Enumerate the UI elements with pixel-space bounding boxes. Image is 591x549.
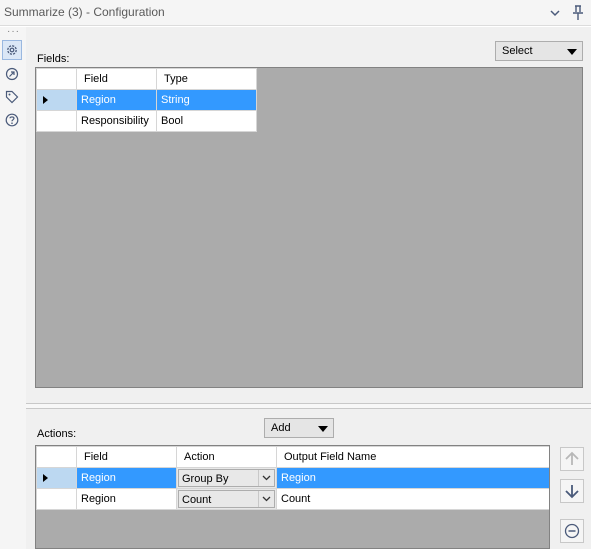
fields-col-field[interactable]: Field [76,68,157,90]
annotation-icon [5,67,19,81]
fields-grid[interactable]: Field Type Region String Responsibility … [35,67,583,388]
arrow-down-icon [565,485,579,499]
arrow-up-icon [565,451,579,465]
table-row[interactable]: Region Group By Region [36,467,549,489]
combo-dropdown-button[interactable] [258,491,274,507]
fields-header-row: Field Type [36,68,257,90]
type-cell[interactable]: String [156,89,257,111]
current-row-icon [43,96,48,104]
move-down-button[interactable] [560,479,584,503]
add-dropdown[interactable]: Add [264,418,334,438]
table-row[interactable]: Region Count Count [36,488,549,510]
help-button[interactable] [2,110,22,130]
select-dropdown-label: Select [502,45,533,57]
actions-label: Actions: [37,428,77,440]
row-header[interactable] [36,467,77,489]
action-combo[interactable]: Count [176,488,277,510]
left-toolbar: ··· [0,27,26,549]
row-header-corner [36,68,77,90]
actions-col-output[interactable]: Output Field Name [276,446,549,468]
action-field-cell[interactable]: Region [76,488,177,510]
fields-label: Fields: [37,53,70,65]
action-combo-box[interactable]: Group By [178,469,275,487]
fields-col-type[interactable]: Type [156,68,257,90]
field-cell[interactable]: Region [76,89,157,111]
combo-dropdown-button[interactable] [258,470,274,486]
action-combo[interactable]: Group By [176,467,277,489]
actions-col-field[interactable]: Field [76,446,177,468]
row-header-corner [36,446,77,468]
row-header[interactable] [36,110,77,132]
current-row-icon [43,474,48,482]
actions-header-row: Field Action Output Field Name [36,446,549,468]
window-title: Summarize (3) - Configuration [4,5,165,19]
field-cell[interactable]: Responsibility [76,110,157,132]
move-up-button[interactable] [560,447,584,471]
action-combo-value: Group By [182,473,229,485]
chevron-down-icon [262,475,271,481]
action-combo-value: Count [182,494,212,506]
annotation-button[interactable] [2,64,22,84]
chevron-down-icon [262,496,271,502]
pin-icon [573,5,583,20]
panel-splitter[interactable] [26,403,591,409]
add-dropdown-label: Add [271,422,291,434]
gear-icon [7,45,17,55]
configuration-panel: Fields: Select Field Type Region String … [26,27,591,549]
tag-button[interactable] [2,87,22,107]
actions-grid[interactable]: Field Action Output Field Name Region Gr… [35,445,550,549]
minus-circle-icon [564,523,580,539]
action-combo-box[interactable]: Count [178,490,275,508]
row-header[interactable] [36,488,77,510]
table-row[interactable]: Region String [36,89,257,111]
pin-button[interactable] [568,3,588,23]
fields-table: Field Type Region String Responsibility … [36,68,257,132]
actions-col-action[interactable]: Action [176,446,277,468]
actions-table: Field Action Output Field Name Region Gr… [36,446,549,510]
more-options-icon[interactable]: ··· [7,27,20,37]
row-header[interactable] [36,89,77,111]
collapse-button[interactable] [545,3,565,23]
table-row[interactable]: Responsibility Bool [36,110,257,132]
output-name-cell[interactable]: Count [276,488,549,510]
output-name-cell[interactable]: Region [276,467,549,489]
window-title-bar: Summarize (3) - Configuration [0,0,591,26]
caret-down-icon [567,49,577,55]
caret-down-icon [318,426,328,432]
remove-action-button[interactable] [560,519,584,543]
configuration-button[interactable] [2,40,22,60]
action-field-cell[interactable]: Region [76,467,177,489]
tag-icon [5,90,19,104]
help-icon [5,113,19,127]
chevron-down-icon [550,10,560,17]
type-cell[interactable]: Bool [156,110,257,132]
select-dropdown[interactable]: Select [495,41,583,61]
